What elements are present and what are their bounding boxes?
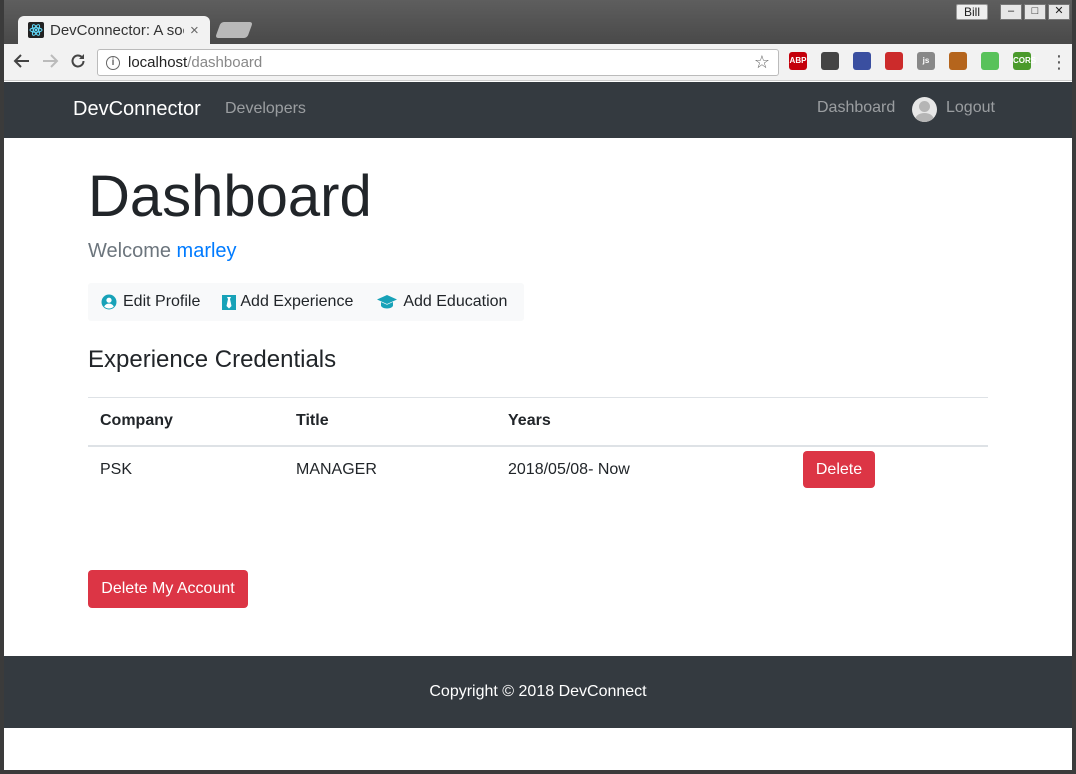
table-row: PSK MANAGER 2018/05/08- Now Delete — [88, 446, 988, 496]
cell-years: 2018/05/08- Now — [508, 460, 630, 478]
minimize-button[interactable]: – — [1000, 4, 1022, 20]
edit-profile-button[interactable]: Edit Profile — [88, 283, 222, 321]
column-header-actions — [791, 397, 988, 447]
title-bar: DevConnector: A social network for devel… — [4, 0, 1072, 44]
dashboard-actions: Edit Profile Add Experience Add Educatio… — [88, 283, 524, 321]
add-education-button[interactable]: Add Education — [377, 283, 507, 321]
info-icon[interactable]: i — [106, 55, 120, 70]
url-path: /dashboard — [187, 54, 263, 71]
navbar: DevConnector Developers Dashboard Logout — [4, 82, 1072, 138]
web-page: DevConnector Developers Dashboard Logout… — [4, 82, 1072, 770]
profile-badge[interactable]: Bill — [956, 4, 989, 20]
js-icon[interactable]: js — [917, 52, 935, 70]
browser-menu-icon[interactable]: ⋮ — [1050, 52, 1068, 72]
table-header-row: Company Title Years — [88, 397, 988, 447]
forward-arrow-icon[interactable] — [40, 52, 60, 74]
graduation-cap-icon — [377, 295, 398, 309]
reload-icon[interactable] — [68, 52, 88, 74]
delete-account-button[interactable]: Delete My Account — [88, 570, 248, 608]
react-icon — [28, 22, 44, 38]
circle-extension-icon[interactable] — [981, 52, 999, 70]
avatar[interactable] — [912, 97, 937, 122]
monkey-icon[interactable] — [949, 52, 967, 70]
logout-link[interactable]: Logout — [946, 99, 995, 117]
user-name-link[interactable]: marley — [177, 240, 237, 262]
new-tab-button[interactable] — [215, 22, 253, 38]
brand-link[interactable]: DevConnector — [73, 98, 201, 121]
browser-toolbar: i localhost/dashboard ☆ ABP js CORS ⋮ — [4, 44, 1072, 81]
developers-link[interactable]: Developers — [225, 100, 306, 118]
extension-red-icon[interactable] — [885, 52, 903, 70]
experience-heading: Experience Credentials — [88, 346, 337, 373]
browser-tab[interactable]: DevConnector: A social network for devel… — [18, 16, 210, 44]
edit-profile-label: Edit Profile — [123, 293, 201, 310]
delete-experience-button[interactable]: Delete — [803, 451, 875, 488]
tab-title: DevConnector: A social network for devel… — [50, 21, 184, 39]
maximize-button[interactable]: □ — [1024, 4, 1046, 20]
page-title: Dashboard — [88, 164, 372, 229]
column-header-title: Title — [284, 397, 496, 447]
welcome-prefix: Welcome — [88, 240, 177, 262]
cell-company: PSK — [100, 460, 133, 478]
tab-close-icon[interactable]: × — [190, 22, 199, 39]
browser-window: DevConnector: A social network for devel… — [4, 0, 1072, 770]
black-tie-icon — [222, 294, 237, 310]
add-experience-button[interactable]: Add Experience — [222, 283, 377, 321]
footer-copyright: Copyright © 2018 DevConnect — [429, 683, 647, 700]
experience-table: Company Title Years PSK MANAGER 2018/05/… — [88, 397, 988, 496]
add-experience-label: Add Experience — [240, 293, 354, 310]
sync-icon[interactable] — [821, 52, 839, 70]
dashboard-link[interactable]: Dashboard — [817, 99, 895, 117]
column-header-years: Years — [496, 397, 791, 447]
close-window-button[interactable]: ✕ — [1048, 4, 1070, 20]
welcome-text: Welcome marley — [88, 240, 237, 263]
add-education-label: Add Education — [403, 293, 508, 310]
back-arrow-icon[interactable] — [12, 52, 32, 74]
column-header-company: Company — [88, 397, 284, 447]
address-bar[interactable]: i localhost/dashboard ☆ — [97, 49, 779, 76]
extension-colorful-icon[interactable] — [853, 52, 871, 70]
user-circle-icon — [101, 294, 117, 310]
cell-title: MANAGER — [296, 460, 377, 478]
bookmark-star-icon[interactable]: ☆ — [754, 52, 770, 73]
url-host: localhost — [128, 54, 188, 71]
adblock-icon[interactable]: ABP — [789, 52, 807, 70]
footer: Copyright © 2018 DevConnect — [4, 656, 1072, 728]
cors-icon[interactable]: CORS — [1013, 52, 1036, 70]
cell-actions: Delete — [791, 446, 988, 496]
